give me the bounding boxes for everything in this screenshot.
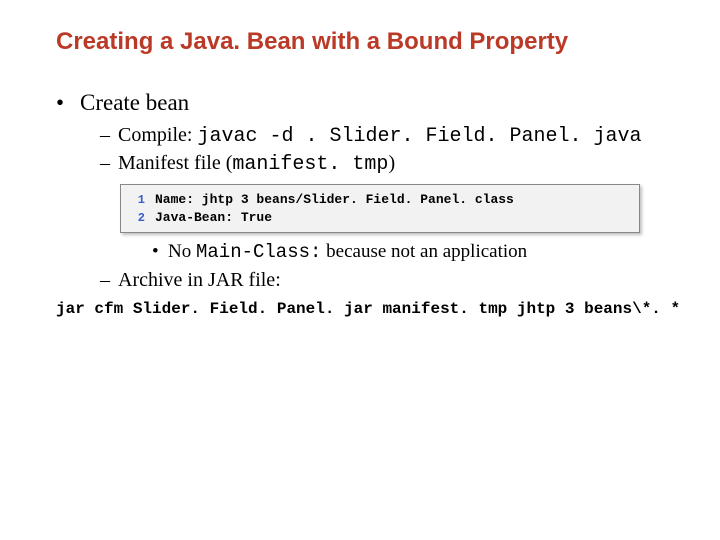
- code-text: Java-Bean: True: [155, 210, 272, 225]
- jar-command: jar cfm Slider. Field. Panel. jar manife…: [56, 300, 680, 318]
- manifest-label: Manifest file (: [118, 152, 232, 174]
- code-box: 1 Name: jhtp 3 beans/Slider. Field. Pane…: [120, 184, 640, 233]
- bullet-create-bean: Create bean: [56, 90, 680, 116]
- line-number: 1: [127, 193, 145, 207]
- line-number: 2: [127, 211, 145, 225]
- no-main-suffix: because not an application: [321, 241, 527, 262]
- bullet-no-main-class: No Main-Class: because not an applicatio…: [152, 241, 680, 263]
- slide: Creating a Java. Bean with a Bound Prope…: [0, 0, 720, 318]
- code-text: Name: jhtp 3 beans/Slider. Field. Panel.…: [155, 192, 514, 207]
- bullet-compile: Compile: javac -d . Slider. Field. Panel…: [100, 124, 680, 148]
- manifest-suffix: ): [388, 152, 395, 174]
- manifest-filename: manifest. tmp: [232, 153, 388, 176]
- slide-title: Creating a Java. Bean with a Bound Prope…: [56, 28, 680, 56]
- bullet-manifest: Manifest file (manifest. tmp): [100, 152, 680, 176]
- compile-command: javac -d . Slider. Field. Panel. java: [197, 125, 641, 148]
- bullet-archive: Archive in JAR file:: [100, 269, 680, 292]
- code-line: 1 Name: jhtp 3 beans/Slider. Field. Pane…: [127, 192, 633, 207]
- compile-label: Compile:: [118, 124, 197, 146]
- no-main-prefix: No: [168, 241, 196, 262]
- code-line: 2 Java-Bean: True: [127, 210, 633, 225]
- main-class-code: Main-Class:: [196, 241, 321, 263]
